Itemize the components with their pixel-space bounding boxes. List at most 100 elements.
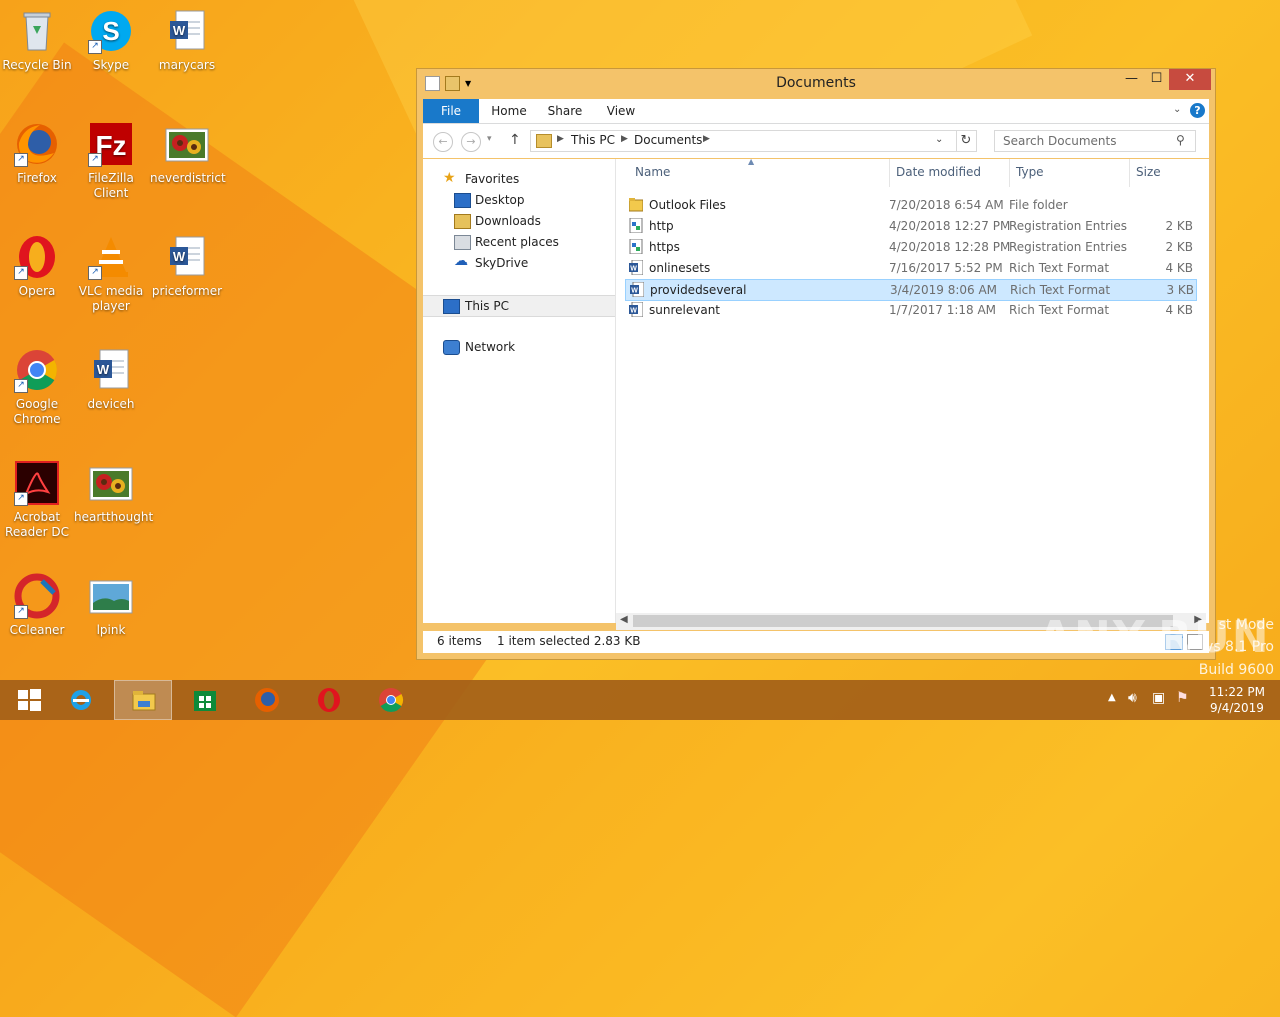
volume-icon[interactable]: 🔊︎: [1128, 690, 1137, 730]
breadcrumb-documents[interactable]: Documents: [634, 133, 702, 147]
registry-file-icon: [629, 238, 643, 255]
watermark-line-3: Build 9600: [1198, 662, 1274, 678]
nav-desktop[interactable]: Desktop: [423, 190, 615, 210]
up-button[interactable]: ↑: [509, 132, 521, 148]
desktop-icon-recycle-bin[interactable]: Recycle Bin: [0, 8, 74, 73]
back-button[interactable]: ←: [433, 132, 453, 152]
recent-places-icon: [454, 235, 471, 250]
nav-skydrive[interactable]: ☁ SkyDrive: [423, 253, 615, 273]
desktop-icon-skype[interactable]: S ↗ Skype: [74, 8, 148, 73]
taskbar-store[interactable]: [176, 680, 234, 720]
folder-icon: [536, 134, 552, 148]
desktop-icon-heartthought[interactable]: heartthought: [74, 460, 153, 525]
column-header-type[interactable]: Type: [1016, 165, 1044, 179]
column-header-name[interactable]: Name: [635, 165, 670, 179]
file-date-modified: 3/4/2019 8:06 AM: [890, 283, 998, 297]
minimize-button[interactable]: —: [1119, 69, 1144, 90]
desktop-icon-priceformer[interactable]: W priceformer: [150, 234, 224, 299]
file-row[interactable]: Wsunrelevant 1/7/2017 1:18 AM Rich Text Fo…: [625, 300, 1195, 320]
desktop-icon-opera[interactable]: ↗ Opera: [0, 234, 74, 299]
desktop-icon-acrobat[interactable]: ↗ Acrobat Reader DC: [0, 460, 74, 540]
svg-text:W: W: [97, 362, 110, 377]
breadcrumb-separator-icon[interactable]: ▶: [703, 134, 710, 144]
taskbar-chrome[interactable]: [362, 680, 420, 720]
tab-share[interactable]: Share: [547, 99, 583, 123]
network-status-icon[interactable]: ▣: [1152, 690, 1165, 730]
file-size: 4 KB: [1165, 261, 1193, 275]
action-center-flag-icon[interactable]: ⚑: [1176, 690, 1189, 730]
title-bar[interactable]: ▼ Documents — ☐ ✕: [417, 69, 1215, 97]
word-doc-icon: W: [164, 8, 210, 54]
taskbar-firefox[interactable]: [238, 680, 296, 720]
tab-view[interactable]: View: [603, 99, 639, 123]
taskbar-opera[interactable]: [300, 680, 358, 720]
file-list: ▲ Name Date modified Type Size Outlook F…: [616, 157, 1209, 623]
file-row[interactable]: Outlook Files 7/20/2018 6:54 AM File folde…: [625, 195, 1195, 215]
desktop-icon-chrome[interactable]: ↗ Google Chrome: [0, 347, 74, 427]
file-size: 2 KB: [1165, 219, 1193, 233]
recent-locations-chevron-icon[interactable]: ▾: [487, 134, 492, 144]
desktop-icon: [454, 193, 471, 208]
svg-text:W: W: [630, 266, 637, 273]
forward-button[interactable]: →: [461, 132, 481, 152]
file-row[interactable]: https 4/20/2018 12:28 PM Registration Entr…: [625, 237, 1195, 257]
close-button[interactable]: ✕: [1169, 69, 1211, 90]
breadcrumb-separator-icon[interactable]: ▶: [557, 134, 564, 144]
address-bar-row: ← → ▾ ↑ ▶ This PC ▶ Documents ▶ ⌄ ↻ Sear…: [423, 124, 1209, 158]
desktop-icon-deviceh[interactable]: W deviceh: [74, 347, 148, 412]
file-row[interactable]: http 4/20/2018 12:27 PM Registration Entri…: [625, 216, 1195, 236]
show-hidden-icons-button[interactable]: ▲: [1108, 692, 1116, 732]
desktop-icon-lpink[interactable]: lpink: [74, 573, 148, 638]
network-icon: [443, 340, 460, 355]
expand-ribbon-chevron-icon[interactable]: ⌄: [1173, 104, 1181, 115]
file-row[interactable]: Wprovidedseveral 3/4/2019 8:06 AM Rich Tex…: [625, 279, 1197, 301]
nav-recent-places[interactable]: Recent places: [423, 232, 615, 252]
scroll-left-icon[interactable]: ◀: [620, 614, 628, 625]
window-title: Documents: [776, 75, 856, 91]
nav-downloads[interactable]: Downloads: [423, 211, 615, 231]
image-file-icon: [164, 121, 210, 167]
desktop-icon-marycars[interactable]: W marycars: [150, 8, 224, 73]
internet-explorer-icon: [71, 690, 91, 710]
column-header-size[interactable]: Size: [1136, 165, 1161, 179]
image-file-icon: [88, 460, 134, 506]
svg-text:W: W: [173, 23, 186, 38]
file-row[interactable]: Wonlinesets 7/16/2017 5:52 PM Rich Text Fo…: [625, 258, 1195, 278]
refresh-button[interactable]: ↻: [956, 130, 977, 152]
tab-file[interactable]: File: [423, 99, 479, 123]
tab-home[interactable]: Home: [491, 99, 527, 123]
watermark-line-2: vs 8.1 Pro: [1205, 639, 1274, 655]
file-type: Registration Entries: [1009, 219, 1127, 233]
nav-network[interactable]: Network: [423, 337, 615, 357]
breadcrumb-separator-icon[interactable]: ▶: [621, 134, 628, 144]
breadcrumb[interactable]: ▶ This PC ▶ Documents ▶ ⌄: [530, 130, 957, 152]
file-name: sunrelevant: [649, 303, 720, 317]
taskbar: ▲ 🔊︎ ▣ ⚑ 11:22 PM 9/4/2019: [0, 680, 1280, 720]
file-date-modified: 4/20/2018 12:28 PM: [889, 240, 1011, 254]
nav-favorites[interactable]: ★ Favorites: [423, 169, 615, 189]
maximize-button[interactable]: ☐: [1144, 69, 1169, 90]
desktop-icon-ccleaner[interactable]: ↗ CCleaner: [0, 573, 74, 638]
file-name: http: [649, 219, 674, 233]
search-input[interactable]: Search Documents ⚲: [994, 130, 1196, 152]
desktop-icon-neverdistrict[interactable]: neverdistrict: [150, 121, 226, 186]
address-dropdown-icon[interactable]: ⌄: [935, 134, 943, 145]
chrome-icon: [379, 688, 404, 713]
breadcrumb-this-pc[interactable]: This PC: [571, 133, 615, 147]
desktop-icon-vlc[interactable]: ↗ VLC media player: [74, 234, 148, 314]
opera-icon: [318, 688, 340, 712]
column-headers: ▲ Name Date modified Type Size: [616, 157, 1209, 187]
start-button[interactable]: [0, 680, 58, 720]
taskbar-file-explorer[interactable]: [114, 680, 172, 720]
acrobat-icon: ↗: [14, 460, 60, 506]
svg-text:W: W: [631, 288, 638, 295]
desktop-icon-filezilla[interactable]: Fz ↗ FileZilla Client: [74, 121, 148, 201]
column-header-date-modified[interactable]: Date modified: [896, 165, 981, 179]
help-button[interactable]: ?: [1190, 103, 1205, 118]
taskbar-clock[interactable]: 11:22 PM 9/4/2019: [1200, 684, 1274, 716]
desktop-icon-firefox[interactable]: ↗ Firefox: [0, 121, 74, 186]
downloads-icon: [454, 214, 471, 229]
taskbar-internet-explorer[interactable]: [52, 680, 110, 720]
filezilla-icon: Fz ↗: [88, 121, 134, 167]
nav-this-pc[interactable]: This PC: [423, 295, 615, 317]
